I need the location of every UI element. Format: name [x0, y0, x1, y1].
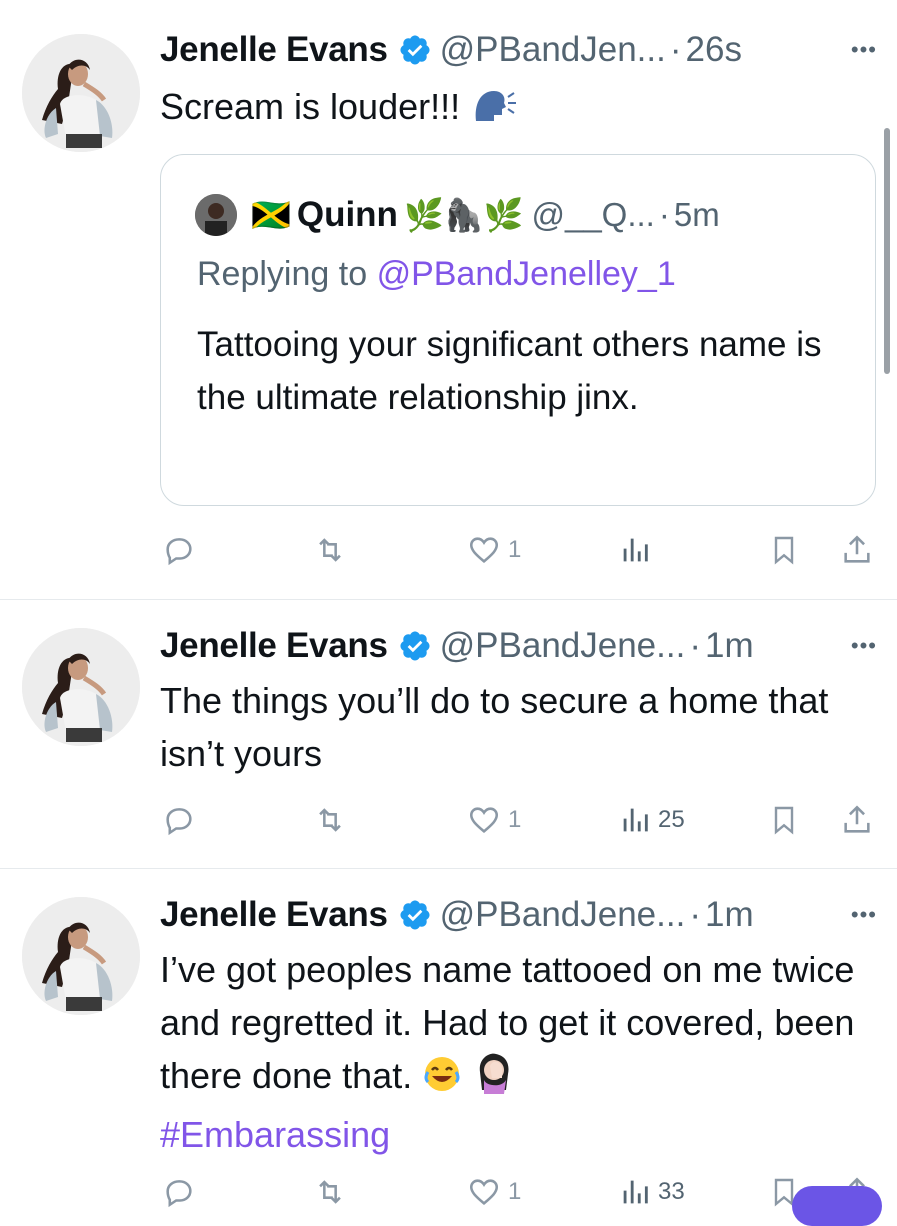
share-icon — [840, 803, 874, 837]
tweet-text: Scream is louder!!! — [160, 80, 857, 139]
reply-button[interactable] — [160, 1172, 198, 1212]
quote-author-name[interactable]: Quinn — [297, 195, 398, 235]
bookmark-icon — [768, 533, 800, 567]
tweet[interactable]: Jenelle Evans @PBandJene... · 1m ••• The… — [0, 600, 897, 868]
retweet-icon — [310, 1175, 350, 1209]
quote-avatar[interactable] — [195, 194, 237, 236]
reply-icon — [160, 533, 198, 567]
retweet-icon — [310, 803, 350, 837]
face-palm-icon — [472, 1050, 516, 1108]
author-name[interactable]: Jenelle Evans — [160, 30, 388, 70]
tweet[interactable]: Jenelle Evans @PBandJene... · 1m ••• I’v… — [0, 869, 897, 1208]
author-handle[interactable]: @PBandJene... — [440, 895, 686, 935]
more-icon[interactable]: ••• — [851, 902, 877, 928]
views-button[interactable]: 33 — [618, 1172, 685, 1212]
author-name[interactable]: Jenelle Evans — [160, 895, 388, 935]
compose-button[interactable] — [792, 1186, 882, 1226]
separator-dot: · — [669, 30, 682, 69]
retweet-button[interactable] — [310, 1172, 350, 1212]
like-count: 1 — [508, 806, 522, 833]
tweet-text: I’ve got peoples name tattooed on me twi… — [160, 943, 857, 1161]
reply-button[interactable] — [160, 800, 198, 840]
views-icon — [618, 1175, 652, 1209]
timestamp[interactable]: 1m — [705, 626, 754, 666]
like-icon — [466, 803, 502, 837]
quote-author-handle[interactable]: @__Q... — [531, 196, 654, 234]
share-button[interactable] — [840, 530, 874, 570]
share-button[interactable] — [840, 800, 874, 840]
like-button[interactable]: 1 — [466, 800, 521, 840]
tweet-text-content: Scream is louder!!! — [160, 86, 461, 127]
like-icon — [466, 1175, 502, 1209]
timestamp[interactable]: 26s — [686, 30, 742, 70]
tweet[interactable]: Jenelle Evans @PBandJen... · 26s ••• Scr… — [0, 0, 897, 598]
view-count: 33 — [658, 1178, 685, 1205]
avatar[interactable] — [22, 34, 140, 152]
more-icon[interactable]: ••• — [851, 633, 877, 659]
laughing-face-icon — [422, 1054, 462, 1108]
name-emojis: 🌿🦍🌿 — [403, 197, 524, 233]
like-button[interactable]: 1 — [466, 1172, 521, 1212]
author-handle[interactable]: @PBandJen... — [440, 30, 666, 70]
action-bar: 1 25 — [160, 800, 880, 840]
scrollbar[interactable] — [884, 128, 890, 374]
author-handle[interactable]: @PBandJene... — [440, 626, 686, 666]
tweet-text: The things you’ll do to secure a home th… — [160, 680, 829, 774]
reply-icon — [160, 803, 198, 837]
author-name[interactable]: Jenelle Evans — [160, 626, 388, 666]
action-bar: 1 33 — [160, 1172, 880, 1212]
verified-badge-icon — [398, 898, 432, 932]
separator-dot: · — [689, 626, 701, 665]
view-count: 25 — [658, 806, 685, 833]
verified-badge-icon — [398, 33, 432, 67]
like-count: 1 — [508, 1178, 522, 1205]
action-bar: 1 — [160, 530, 880, 570]
speaking-head-icon — [470, 85, 518, 139]
more-icon[interactable]: ••• — [851, 37, 877, 63]
quote-text: Tattooing your significant others name i… — [197, 325, 822, 417]
mention-link[interactable]: @PBandJenelley_1 — [377, 255, 676, 293]
reply-button[interactable] — [160, 530, 198, 570]
retweet-button[interactable] — [310, 800, 350, 840]
bookmark-button[interactable] — [768, 530, 800, 570]
share-icon — [840, 533, 874, 567]
replying-to: Replying to @PBandJenelley_1 — [197, 255, 676, 294]
like-button[interactable]: 1 — [466, 530, 521, 570]
avatar[interactable] — [22, 628, 140, 746]
timestamp[interactable]: 1m — [705, 895, 754, 935]
views-button[interactable] — [618, 530, 658, 570]
flag-jamaica-icon: 🇯🇲 — [251, 197, 291, 233]
views-icon — [618, 803, 652, 837]
quoted-tweet[interactable]: 🇯🇲 Quinn 🌿🦍🌿 @__Q... · 5m Replying to @P… — [160, 154, 876, 506]
quote-timestamp[interactable]: 5m — [674, 196, 720, 234]
reply-icon — [160, 1175, 198, 1209]
bookmark-icon — [768, 803, 800, 837]
like-count: 1 — [508, 536, 522, 563]
separator-dot: · — [689, 895, 701, 934]
verified-badge-icon — [398, 629, 432, 663]
separator-dot: · — [658, 196, 670, 233]
hashtag-link[interactable]: #Embarassing — [160, 1114, 390, 1155]
replying-to-label: Replying to — [197, 255, 368, 293]
retweet-button[interactable] — [310, 530, 350, 570]
views-button[interactable]: 25 — [618, 800, 685, 840]
bookmark-button[interactable] — [768, 800, 800, 840]
avatar[interactable] — [22, 897, 140, 1015]
like-icon — [466, 533, 502, 567]
retweet-icon — [310, 533, 350, 567]
views-icon — [618, 533, 652, 567]
